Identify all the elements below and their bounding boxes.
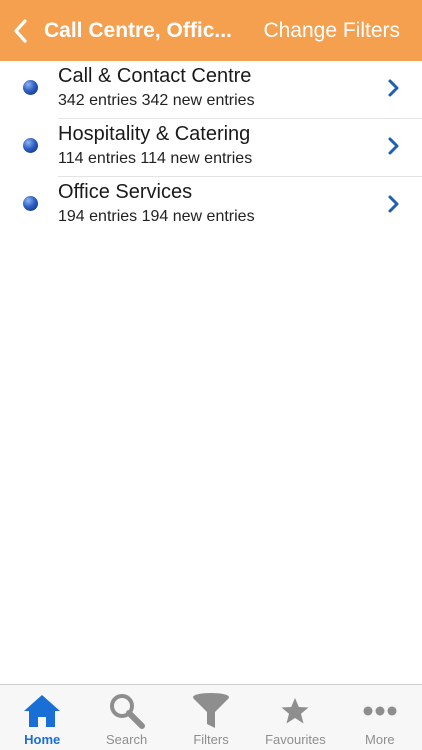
tab-favourites[interactable]: Favourites bbox=[253, 685, 337, 750]
tab-label: Favourites bbox=[265, 732, 326, 747]
tab-label: Home bbox=[24, 732, 61, 747]
list-item-subtitle: 194 entries 194 new entries bbox=[58, 208, 255, 225]
star-icon bbox=[275, 691, 315, 731]
chevron-right-icon bbox=[388, 137, 399, 155]
list-item[interactable]: Call & Contact Centre 342 entries 342 ne… bbox=[0, 61, 422, 119]
filter-icon bbox=[191, 691, 231, 731]
more-icon bbox=[360, 691, 400, 731]
list-item[interactable]: Hospitality & Catering 114 entries 114 n… bbox=[0, 119, 422, 177]
tab-label: Filters bbox=[193, 732, 229, 747]
list-item-title: Call & Contact Centre bbox=[58, 65, 252, 87]
list-item-subtitle: 342 entries 342 new entries bbox=[58, 92, 255, 109]
back-button[interactable] bbox=[0, 0, 40, 61]
bullet-icon bbox=[23, 138, 38, 153]
search-icon bbox=[107, 691, 147, 731]
tab-filters[interactable]: Filters bbox=[169, 685, 253, 750]
tab-more[interactable]: More bbox=[338, 685, 422, 750]
chevron-right-icon bbox=[388, 79, 399, 97]
tab-home[interactable]: Home bbox=[0, 685, 84, 750]
list-item-title: Office Services bbox=[58, 181, 193, 203]
navigation-bar: Call Centre, Offic... Change Filters bbox=[0, 0, 422, 61]
home-icon bbox=[22, 691, 62, 731]
bullet-icon bbox=[23, 196, 38, 211]
bullet-icon bbox=[23, 80, 38, 95]
tab-search[interactable]: Search bbox=[84, 685, 168, 750]
chevron-right-icon bbox=[388, 195, 399, 213]
list-item[interactable]: Office Services 194 entries 194 new entr… bbox=[0, 177, 422, 235]
chevron-left-icon bbox=[14, 18, 27, 43]
list-item-subtitle: 114 entries 114 new entries bbox=[58, 150, 253, 167]
tab-label: More bbox=[365, 732, 395, 747]
list-item-title: Hospitality & Catering bbox=[58, 123, 251, 145]
page-title: Call Centre, Offic... bbox=[44, 19, 232, 42]
tab-bar: Home Search Filters Favourites More bbox=[0, 684, 422, 750]
change-filters-button[interactable]: Change Filters bbox=[263, 0, 400, 61]
category-list: Call & Contact Centre 342 entries 342 ne… bbox=[0, 61, 422, 235]
tab-label: Search bbox=[106, 732, 148, 747]
